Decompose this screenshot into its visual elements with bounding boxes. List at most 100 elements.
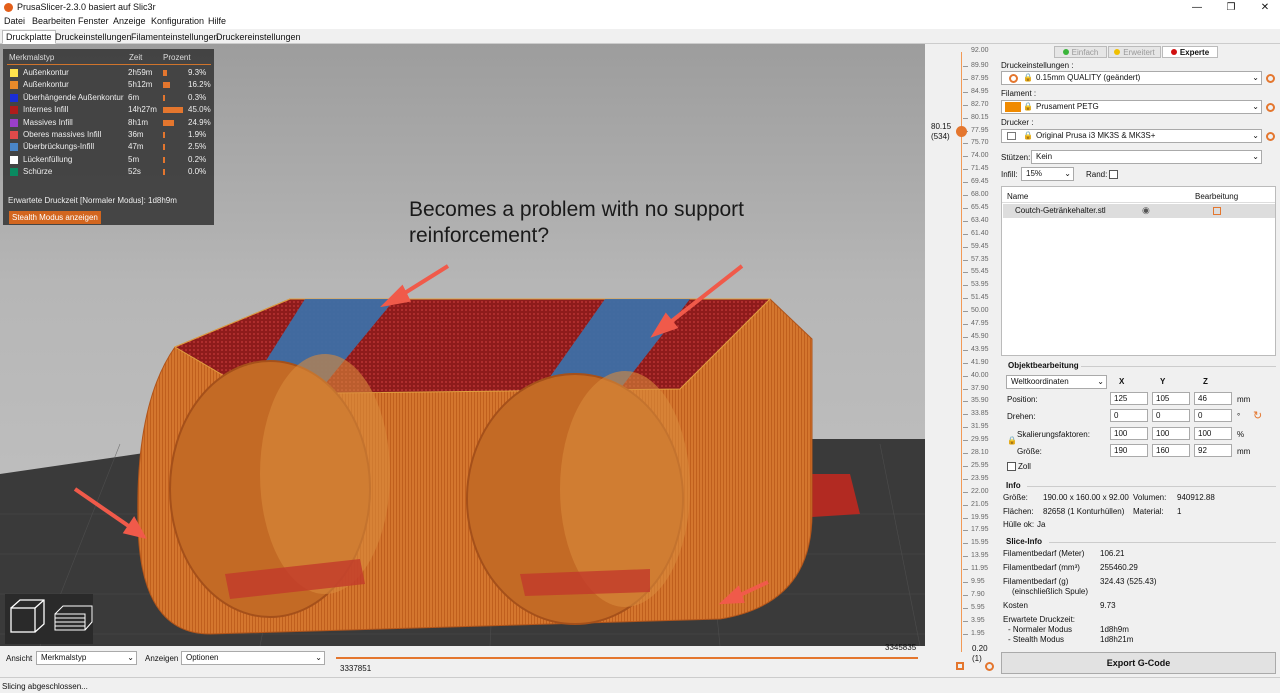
position-z-input[interactable]: 46 xyxy=(1194,392,1232,405)
legend-color-swatch xyxy=(10,81,18,90)
legend-row[interactable]: Außenkontur 5h12m 16.2% xyxy=(3,79,214,91)
legend-feature-percent: 9.3% xyxy=(188,68,207,77)
object-list: Name Bearbeitung Coutch-Getränkehalter.s… xyxy=(1001,186,1276,356)
show-options-select[interactable]: Optionen ⌄ xyxy=(181,651,325,665)
legend-row[interactable]: Überhängende Außenkontur 6m 0.3% xyxy=(3,92,214,104)
slider-tick-mark xyxy=(963,78,968,80)
close-icon[interactable]: ✕ xyxy=(1248,0,1280,15)
slider-tick-mark xyxy=(963,220,968,222)
legend-row[interactable]: Außenkontur 2h59m 9.3% xyxy=(3,67,214,79)
rotate-x-input[interactable]: 0 xyxy=(1110,409,1148,422)
info-hull-value: Ja xyxy=(1037,520,1046,529)
legend-row[interactable]: Oberes massives Infill 36m 1.9% xyxy=(3,129,214,141)
minimize-icon[interactable]: — xyxy=(1180,0,1214,15)
status-text: Slicing abgeschlossen... xyxy=(2,682,88,691)
slider-tick-mark xyxy=(963,414,968,416)
axis-x-label: X xyxy=(1119,377,1125,386)
legend-row[interactable]: Internes Infill 14h27m 45.0% xyxy=(3,104,214,116)
maximize-icon[interactable]: ❐ xyxy=(1214,0,1248,15)
menu-bearbeiten[interactable]: Bearbeiten xyxy=(32,16,76,26)
legend-row[interactable]: Überbrückungs-Infill 47m 2.5% xyxy=(3,141,214,153)
legend-feature-time: 8h1m xyxy=(128,117,149,127)
scale-y-input[interactable]: 100 xyxy=(1152,427,1190,440)
scale-z-input[interactable]: 100 xyxy=(1194,427,1232,440)
chevron-down-icon: ⌄ xyxy=(1252,73,1259,82)
visibility-eye-icon[interactable]: ◉ xyxy=(1142,205,1150,216)
printer-select[interactable]: Original Prusa i3 MK3S & MK3S+ ⌄ xyxy=(1001,129,1262,143)
inch-checkbox[interactable] xyxy=(1007,462,1016,471)
printer-edit-icon[interactable] xyxy=(1266,132,1275,141)
size-y-input[interactable]: 160 xyxy=(1152,444,1190,457)
eta-normal-value: 1d8h9m xyxy=(1100,625,1129,634)
filament-edit-icon[interactable] xyxy=(1266,103,1275,112)
object-row[interactable]: Coutch-Getränkehalter.stl ◉ xyxy=(1003,204,1275,218)
supports-value: Kein xyxy=(1036,152,1053,161)
mode-advanced-button[interactable]: Erweitert xyxy=(1108,46,1161,58)
preview-bottom-bar: Ansicht Merkmalstyp ⌄ Anzeigen Optionen ⌄ … xyxy=(0,643,925,674)
tab-druckeinstellungen[interactable]: Druckeinstellungen xyxy=(51,30,136,44)
stealth-mode-button[interactable]: Stealth Modus anzeigen xyxy=(9,211,101,224)
eta-stealth-label: - Stealth Modus xyxy=(1008,635,1065,644)
print-settings-label: Druckeinstellungen : xyxy=(1001,61,1074,70)
slider-tick-mark xyxy=(963,478,968,480)
menu-hilfe[interactable]: Hilfe xyxy=(208,16,226,26)
chevron-down-icon: ⌄ xyxy=(1097,377,1104,386)
3d-preview-viewport[interactable]: Becomes a problem with no support reinfo… xyxy=(0,44,925,646)
size-z-input[interactable]: 92 xyxy=(1194,444,1232,457)
list-header-edit: Bearbeitung xyxy=(1195,192,1239,201)
legend-feature-percent: 1.9% xyxy=(188,130,207,139)
rotate-z-input[interactable]: 0 xyxy=(1194,409,1232,422)
size-unit: mm xyxy=(1237,447,1251,456)
legend-feature-time: 2h59m xyxy=(128,68,153,77)
tab-druckereinstellungen[interactable]: Druckereinstellungen xyxy=(212,30,305,44)
menu-fenster[interactable]: Fenster xyxy=(78,16,109,26)
coordinate-system-select[interactable]: Weltkoordinaten ⌄ xyxy=(1006,375,1107,389)
slider-current-handle[interactable] xyxy=(956,126,967,137)
edit-settings-icon[interactable] xyxy=(1213,207,1221,215)
slider-tick-mark xyxy=(963,233,968,235)
position-y-input[interactable]: 105 xyxy=(1152,392,1190,405)
settings-cog-icon[interactable] xyxy=(985,662,994,671)
slider-tick-label: 31.95 xyxy=(971,423,989,431)
menu-konfiguration[interactable]: Konfiguration xyxy=(151,16,204,26)
legend-row[interactable]: Lückenfüllung 5m 0.2% xyxy=(3,154,214,166)
slider-tick-label: 87.95 xyxy=(971,74,989,82)
slider-tick-mark xyxy=(963,517,968,519)
menu-anzeige[interactable]: Anzeige xyxy=(113,16,146,26)
menu-datei[interactable]: Datei xyxy=(4,16,25,26)
annotation-line-1: Becomes a problem with no support xyxy=(409,198,745,221)
slider-tick-label: 15.95 xyxy=(971,539,989,547)
rotate-y-input[interactable]: 0 xyxy=(1152,409,1190,422)
tab-druckplatte[interactable]: Druckplatte xyxy=(2,30,56,44)
slider-tick-mark xyxy=(963,66,968,67)
slider-tick-label: 1.95 xyxy=(971,629,985,637)
view-select[interactable]: Merkmalstyp ⌄ xyxy=(36,651,137,665)
reset-rotation-icon[interactable]: ↻ xyxy=(1253,409,1262,422)
print-settings-edit-icon[interactable] xyxy=(1266,74,1275,83)
filament-select[interactable]: Prusament PETG ⌄ xyxy=(1001,100,1262,114)
scale-x-input[interactable]: 100 xyxy=(1110,427,1148,440)
scale-lock-icon[interactable]: 🔒 xyxy=(1007,436,1017,445)
export-gcode-button[interactable]: Export G-Code xyxy=(1001,652,1276,674)
lock-icon[interactable] xyxy=(956,662,964,670)
legend-row[interactable]: Schürze 52s 0.0% xyxy=(3,166,214,178)
size-x-input[interactable]: 190 xyxy=(1110,444,1148,457)
brim-checkbox[interactable] xyxy=(1109,170,1118,179)
object-manipulation-title: Objektbearbeitung xyxy=(1008,361,1079,370)
mode-simple-button[interactable]: Einfach xyxy=(1054,46,1107,58)
legend-percent-bar xyxy=(163,144,165,151)
legend-feature-time: 14h27m xyxy=(128,105,157,115)
legend-feature-percent: 0.2% xyxy=(188,154,207,164)
layer-slider[interactable]: 92.00 89.90 87.95 84.95 82.70 80.15 77.95 75.7… xyxy=(925,44,995,674)
supports-select[interactable]: Kein ⌄ xyxy=(1031,150,1262,164)
print-settings-select[interactable]: 0.15mm QUALITY (geändert) ⌄ xyxy=(1001,71,1262,85)
tab-filamenteinstellungen[interactable]: Filamenteinstellungen xyxy=(127,30,223,44)
legend-row[interactable]: Massives Infill 8h1m 24.9% xyxy=(3,117,214,129)
mode-expert-button[interactable]: Experte xyxy=(1162,46,1218,58)
position-x-input[interactable]: 125 xyxy=(1110,392,1148,405)
infill-select[interactable]: 15% ⌄ xyxy=(1021,167,1074,181)
filament-color-swatch[interactable] xyxy=(1005,102,1021,112)
legend-color-swatch xyxy=(10,155,18,164)
horizontal-move-slider[interactable] xyxy=(336,657,918,659)
legend-feature-name: Überhängende Außenkontur xyxy=(23,92,124,102)
